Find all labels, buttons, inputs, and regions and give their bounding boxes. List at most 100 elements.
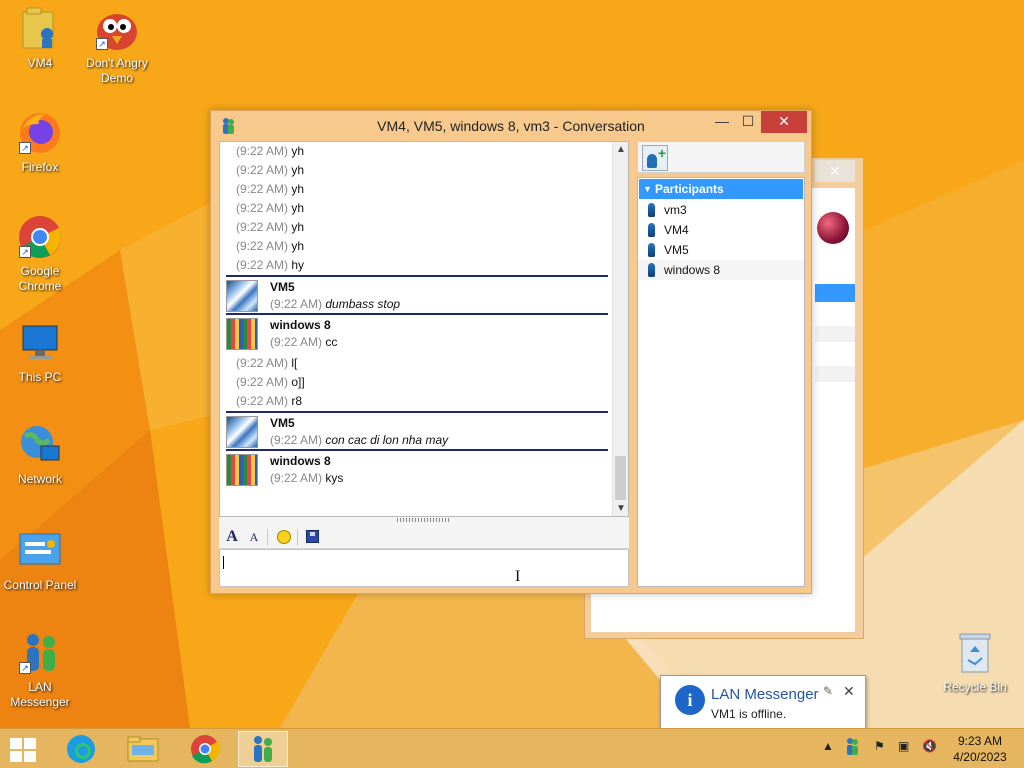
message-text: yh: [291, 182, 305, 196]
network-globe-icon: [17, 422, 63, 468]
lan-messenger-tray-icon[interactable]: [844, 737, 860, 760]
title-bar[interactable]: VM4, VM5, windows 8, vm3 - Conversation …: [211, 111, 811, 141]
taskbar-edge-button[interactable]: [56, 731, 106, 767]
floppy-disk-icon: [305, 530, 319, 543]
participant-item[interactable]: vm3: [638, 200, 804, 220]
message-text: yh: [291, 220, 305, 234]
list-item[interactable]: [815, 366, 855, 382]
desktop-icon-label: This PC: [18, 370, 62, 384]
clock-time: 9:23 AM: [957, 734, 1003, 748]
emoticon-button[interactable]: [275, 528, 293, 546]
participant-item[interactable]: windows 8: [638, 260, 804, 280]
desktop-icon-label: Firefox: [21, 160, 59, 174]
close-button[interactable]: ✕: [761, 111, 807, 133]
participants-header-label: Participants: [655, 182, 724, 196]
scroll-down-icon[interactable]: ▼: [616, 503, 626, 514]
message-line: (9:22 AM) yh: [220, 237, 612, 256]
edge-icon: [67, 735, 95, 763]
desktop-icon-recycle-bin[interactable]: Recycle Bin: [935, 630, 1015, 695]
conversation-window[interactable]: VM4, VM5, windows 8, vm3 - Conversation …: [210, 110, 812, 594]
windows-logo-icon: [24, 751, 36, 762]
show-hidden-icons-icon[interactable]: ▲: [822, 739, 834, 753]
windows-logo-icon: [10, 738, 22, 749]
desktop-icon-label: Network: [17, 472, 62, 486]
computer-icon: [17, 320, 63, 366]
windows-logo-icon: [24, 738, 36, 749]
close-icon[interactable]: ✕: [815, 160, 855, 182]
notification-title: LAN Messenger: [711, 686, 819, 703]
action-center-flag-icon[interactable]: ⚑: [874, 739, 885, 753]
message-input[interactable]: I: [219, 549, 629, 587]
message-line: (9:22 AM) yh: [220, 161, 612, 180]
message-history[interactable]: (9:22 AM) yh (9:22 AM) yh (9:22 AM) yh (…: [219, 141, 629, 517]
timestamp: (9:22 AM): [236, 144, 289, 158]
save-button[interactable]: [303, 528, 321, 546]
message-text: o]]: [291, 375, 305, 389]
timestamp: (9:22 AM): [236, 220, 289, 234]
notification-body: VM1 is offline.: [711, 707, 787, 721]
shortcut-arrow-icon: ↗: [19, 662, 31, 674]
desktop-icon-control-panel[interactable]: Control Panel: [0, 528, 80, 593]
grip-icon: [397, 518, 451, 522]
message-text: r8: [291, 394, 303, 408]
message-line: (9:22 AM) kys: [270, 469, 608, 487]
participants-header[interactable]: ▼ Participants: [639, 179, 803, 199]
folder-icon: [127, 736, 159, 762]
timestamp: (9:22 AM): [236, 375, 289, 389]
desktop-icon-lan-messenger[interactable]: ↗ LAN Messenger: [0, 630, 80, 710]
message-text: yh: [291, 163, 305, 177]
shortcut-arrow-icon: ↗: [19, 246, 31, 258]
desktop-icon-firefox[interactable]: ↗ Firefox: [0, 110, 80, 175]
font-button[interactable]: A: [223, 528, 241, 546]
taskbar-clock[interactable]: 9:23 AM 4/20/2023: [940, 733, 1020, 765]
lan-messenger-icon: ↗: [17, 630, 63, 676]
message-line: (9:22 AM) dumbass stop: [270, 295, 608, 313]
taskbar-lan-messenger-button[interactable]: [238, 731, 288, 767]
participants-toolbar: +: [637, 141, 805, 173]
list-item[interactable]: [815, 326, 855, 342]
network-tray-icon[interactable]: ▣: [898, 739, 909, 753]
message-text: con cac di lon nha may: [325, 433, 449, 447]
message-text: hy: [291, 258, 305, 272]
chrome-icon: [191, 735, 221, 764]
message-text: yh: [291, 201, 305, 215]
plus-icon: +: [657, 145, 666, 161]
scroll-up-icon[interactable]: ▲: [616, 144, 626, 155]
chrome-icon: ↗: [17, 214, 63, 260]
participant-item[interactable]: VM5: [638, 240, 804, 260]
angry-bird-icon: ↗: [94, 6, 140, 52]
font-style-button[interactable]: A: [245, 528, 263, 546]
taskbar-chrome-button[interactable]: [180, 731, 230, 767]
splitter-handle[interactable]: [219, 517, 629, 525]
message-line: (9:22 AM) cc: [270, 333, 608, 351]
notification-balloon[interactable]: i LAN Messenger VM1 is offline. ✎ ✕: [660, 675, 866, 731]
desktop-icon-google-chrome[interactable]: ↗ Google Chrome: [0, 214, 80, 294]
scroll-thumb[interactable]: [615, 456, 626, 500]
avatar: [226, 454, 258, 486]
volume-muted-icon[interactable]: 🔇: [922, 739, 937, 753]
participant-name: vm3: [664, 203, 687, 217]
start-button[interactable]: [8, 737, 38, 763]
desktop-icon-dont-angry-demo[interactable]: ↗ Don't Angry Demo: [77, 6, 157, 86]
desktop-icon-vm4[interactable]: VM4: [0, 6, 80, 71]
add-participant-button[interactable]: +: [642, 145, 668, 171]
recycle-bin-icon: [952, 630, 998, 676]
shortcut-arrow-icon: ↗: [96, 38, 108, 50]
list-item[interactable]: [815, 284, 855, 302]
text-cursor-icon: I: [515, 568, 521, 585]
close-icon[interactable]: ✕: [843, 683, 855, 700]
vertical-scrollbar[interactable]: ▲ ▼: [612, 142, 628, 516]
message-text: l[: [291, 356, 298, 370]
participant-item[interactable]: VM4: [638, 220, 804, 240]
desktop-icon-label: Control Panel: [3, 578, 77, 592]
collapse-triangle-icon[interactable]: ▼: [643, 179, 652, 199]
taskbar-file-explorer-button[interactable]: [118, 731, 168, 767]
maximize-button[interactable]: ☐: [733, 111, 763, 133]
windows-logo-icon: [10, 751, 22, 762]
desktop-icon-network[interactable]: Network: [0, 422, 80, 487]
message-line: (9:22 AM) hy: [220, 256, 612, 275]
message-line: (9:22 AM) r8: [220, 392, 612, 411]
desktop-icon-this-pc[interactable]: This PC: [0, 320, 80, 385]
pin-icon[interactable]: ✎: [823, 684, 833, 698]
user-icon: [648, 203, 655, 217]
